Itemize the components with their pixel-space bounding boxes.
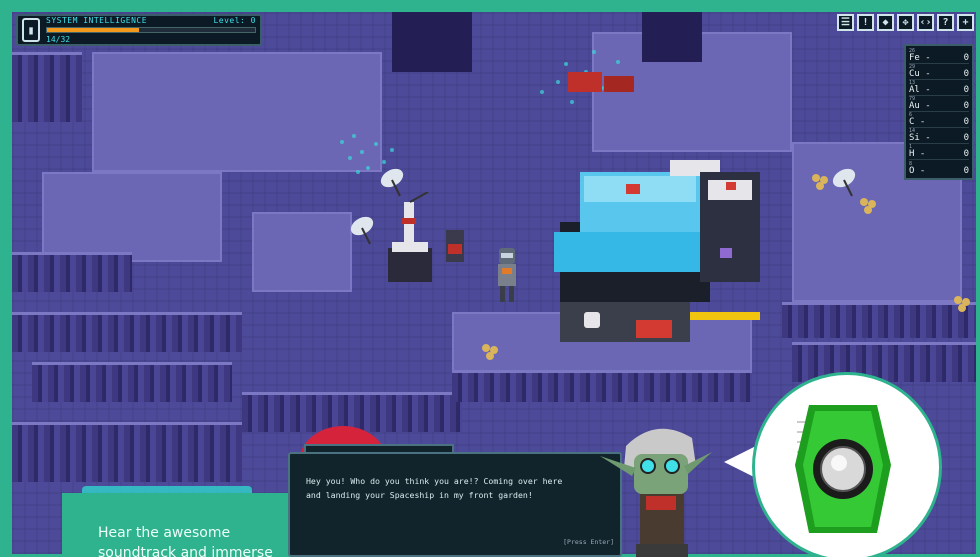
resource-row: 79 Au - 0: [909, 96, 969, 112]
spaceship-base: [554, 160, 760, 342]
resource-row: 26 Fe - 0: [909, 48, 969, 64]
terrain-cliff: [32, 362, 232, 402]
alert-icon[interactable]: !: [857, 14, 874, 31]
resource-value: 0: [963, 85, 969, 95]
resource-symbol-text: Cu: [909, 69, 920, 79]
resource-dash: -: [919, 117, 926, 127]
terrain-plateau: [252, 212, 352, 292]
resource-dash: -: [919, 149, 926, 159]
si-progress-fill: [47, 28, 139, 32]
resource-symbol: 29 Cu -: [909, 64, 931, 79]
resource-symbol: 79 Au -: [909, 96, 931, 111]
resource-symbol-text: Al: [909, 85, 920, 95]
terrain-cliff: [12, 422, 242, 482]
resource-dash: -: [925, 101, 931, 111]
resource-row: 6C - 0: [909, 112, 969, 128]
resource-dash: -: [925, 53, 931, 63]
terrain-crevice: [392, 12, 472, 72]
resource-symbol: 13 Al -: [909, 80, 931, 95]
resource-atomic-number: 6: [909, 112, 913, 118]
dialogue-line-2: and landing your Spaceship in my front g…: [306, 490, 533, 500]
system-intelligence-panel: ▮ SYSTEM INTELLIGENCE Level: 0 14/32: [16, 14, 262, 46]
resource-row: 13 Al - 0: [909, 80, 969, 96]
terrain-cliff: [12, 252, 132, 292]
resources-panel: 26 Fe - 0 29 Cu - 0 13 Al - 0 79 Au - 0 6C - 0 14 Si - 0…: [904, 44, 974, 180]
terrain-plateau: [42, 172, 222, 262]
speaker-icon: [795, 405, 891, 533]
top-toolbar: ☰! ◆ ✥ ‹›? +: [837, 14, 974, 31]
resource-atomic-number: 1: [909, 144, 913, 150]
resource-value: 0: [963, 53, 969, 63]
resource-dash: -: [919, 166, 926, 176]
resource-symbol-text: Fe: [909, 53, 920, 63]
resource-row: 29 Cu - 0: [909, 64, 969, 80]
resource-symbol-text: C: [909, 117, 915, 127]
resource-value: 0: [963, 133, 969, 143]
resource-symbol: 8O -: [909, 161, 926, 176]
resource-symbol: 26 Fe -: [909, 48, 931, 63]
satellite-dish: [350, 216, 374, 245]
resource-atomic-number: 13: [909, 80, 916, 86]
resource-symbol-text: Si: [909, 133, 920, 143]
player-robot: [498, 248, 516, 302]
ore-nugget: [954, 296, 970, 312]
terrain-crevice: [642, 12, 702, 62]
terrain-cliff: [12, 312, 242, 352]
ore-nugget: [482, 344, 498, 360]
supply-crate: [568, 72, 634, 92]
dialogue-box[interactable]: Hey you! Who do you think you are!? Comi…: [288, 444, 622, 557]
menu-icon[interactable]: ☰: [837, 14, 854, 31]
terrain-cliff: [12, 52, 82, 122]
si-level: Level: 0: [213, 16, 256, 25]
resource-dash: -: [925, 85, 931, 95]
dialogue-tab: [304, 444, 454, 452]
resource-value: 0: [963, 166, 969, 176]
resource-atomic-number: 29: [909, 64, 916, 70]
resource-atomic-number: 26: [909, 48, 916, 54]
resource-symbol-text: Au: [909, 101, 920, 111]
resource-atomic-number: 79: [909, 96, 916, 102]
resource-dash: -: [925, 69, 931, 79]
resource-value: 0: [963, 117, 969, 127]
resource-atomic-number: 14: [909, 128, 916, 134]
resource-row: 8O - 0: [909, 160, 969, 176]
si-progress-bar: [46, 27, 256, 33]
resource-symbol-text: O: [909, 166, 915, 176]
resource-symbol: 6C -: [909, 112, 926, 127]
resource-dash: -: [925, 133, 931, 143]
resource-value: 0: [963, 101, 969, 111]
shield-icon: ▮: [22, 18, 40, 42]
help-icon[interactable]: ?: [937, 14, 954, 31]
ore-nugget: [860, 198, 876, 214]
terrain-cliff: [452, 370, 752, 402]
resource-symbol: 14 Si -: [909, 128, 931, 143]
npc-character: [600, 428, 712, 557]
si-progress-count: 14/32: [46, 35, 71, 44]
code-icon[interactable]: ‹›: [917, 14, 934, 31]
resource-atomic-number: 8: [909, 161, 913, 167]
resource-value: 0: [963, 69, 969, 79]
dialogue-line-1: Hey you! Who do you think you are!? Comi…: [306, 476, 563, 486]
resource-row: 14 Si - 0: [909, 128, 969, 144]
resource-value: 0: [963, 149, 969, 159]
resource-symbol-text: H: [909, 149, 915, 159]
si-title: SYSTEM INTELLIGENCE: [46, 16, 148, 25]
resource-row: 1H - 0: [909, 144, 969, 160]
plus-icon[interactable]: +: [957, 14, 974, 31]
gamepad-icon[interactable]: ✥: [897, 14, 914, 31]
terrain-cliff: [782, 302, 976, 338]
gem-icon[interactable]: ◆: [877, 14, 894, 31]
resource-symbol: 1H -: [909, 144, 926, 159]
fuel-canister: [446, 230, 464, 262]
drill-tower: [388, 192, 432, 282]
ore-nugget: [812, 174, 828, 190]
speaker-bubble: [752, 372, 942, 557]
